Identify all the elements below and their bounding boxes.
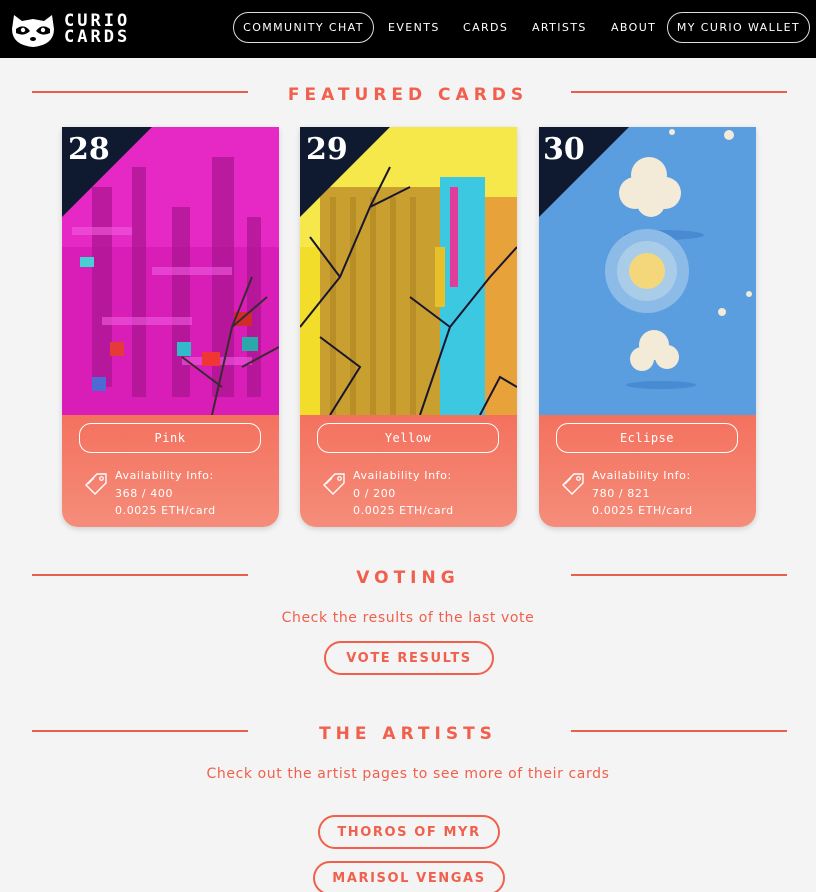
availability-count: 368 / 400	[115, 486, 174, 500]
logo-line2: CARDS	[64, 27, 131, 47]
section-divider-right	[571, 730, 787, 732]
availability-label: Availability Info:	[115, 469, 214, 482]
card-eclipse[interactable]: 30 Eclipse Availability Info: 780 / 821 …	[539, 127, 756, 527]
card-name-label: Yellow	[317, 423, 499, 453]
voting-title: VOTING	[356, 568, 460, 588]
availability-info: Availability Info: 780 / 821 0.0025 ETH/…	[592, 467, 693, 520]
section-divider-right	[571, 91, 787, 93]
card-name-label: Eclipse	[556, 423, 738, 453]
availability-info: Availability Info: 368 / 400 0.0025 ETH/…	[115, 467, 216, 520]
artists-title: THE ARTISTS	[319, 724, 497, 744]
price-tag-icon	[323, 473, 345, 495]
wallet-button[interactable]: MY CURIO WALLET	[667, 12, 810, 43]
card-price: 0.0025 ETH/card	[592, 504, 693, 517]
community-chat-button[interactable]: COMMUNITY CHAT	[233, 12, 374, 43]
availability-info: Availability Info: 0 / 200 0.0025 ETH/ca…	[353, 467, 454, 520]
logo-wordmark: CURIO CARDS	[64, 13, 131, 47]
card-artwork: 29	[300, 127, 517, 415]
curio-logo[interactable]: CURIO CARDS	[8, 8, 188, 50]
price-tag-icon	[562, 473, 584, 495]
nav-artists-link[interactable]: ARTISTS	[532, 21, 587, 34]
featured-cards-title: FEATURED CARDS	[287, 85, 529, 105]
card-price: 0.0025 ETH/card	[353, 504, 454, 517]
artist-button-marisol-vengas[interactable]: MARISOL VENGAS	[313, 861, 505, 892]
nav-cards-link[interactable]: CARDS	[463, 21, 508, 34]
vote-results-button[interactable]: VOTE RESULTS	[324, 641, 494, 675]
card-price: 0.0025 ETH/card	[115, 504, 216, 517]
card-name-label: Pink	[79, 423, 261, 453]
voting-subtitle: Check the results of the last vote	[281, 610, 535, 626]
navbar: CURIO CARDS COMMUNITY CHAT EVENTS CARDS …	[0, 0, 816, 58]
nav-events-link[interactable]: EVENTS	[388, 21, 440, 34]
card-number: 29	[306, 132, 348, 167]
nav-about-link[interactable]: ABOUT	[611, 21, 656, 34]
artist-button-thoros-of-myr[interactable]: THOROS OF MYR	[318, 815, 500, 849]
section-divider-right	[571, 574, 787, 576]
availability-label: Availability Info:	[592, 469, 691, 482]
card-pink[interactable]: 28 Pink Availability Info: 368 / 400 0.0…	[62, 127, 279, 527]
card-yellow[interactable]: 29 Yellow Availability Info: 0 / 200 0.0…	[300, 127, 517, 527]
card-artwork: 28	[62, 127, 279, 415]
price-tag-icon	[85, 473, 107, 495]
card-number: 30	[543, 132, 585, 167]
availability-count: 0 / 200	[353, 486, 396, 500]
availability-label: Availability Info:	[353, 469, 452, 482]
card-number: 28	[68, 132, 110, 167]
availability-count: 780 / 821	[592, 486, 651, 500]
raccoon-logo-icon	[12, 15, 54, 47]
card-artwork: 30	[539, 127, 756, 415]
artists-subtitle: Check out the artist pages to see more o…	[206, 766, 610, 782]
